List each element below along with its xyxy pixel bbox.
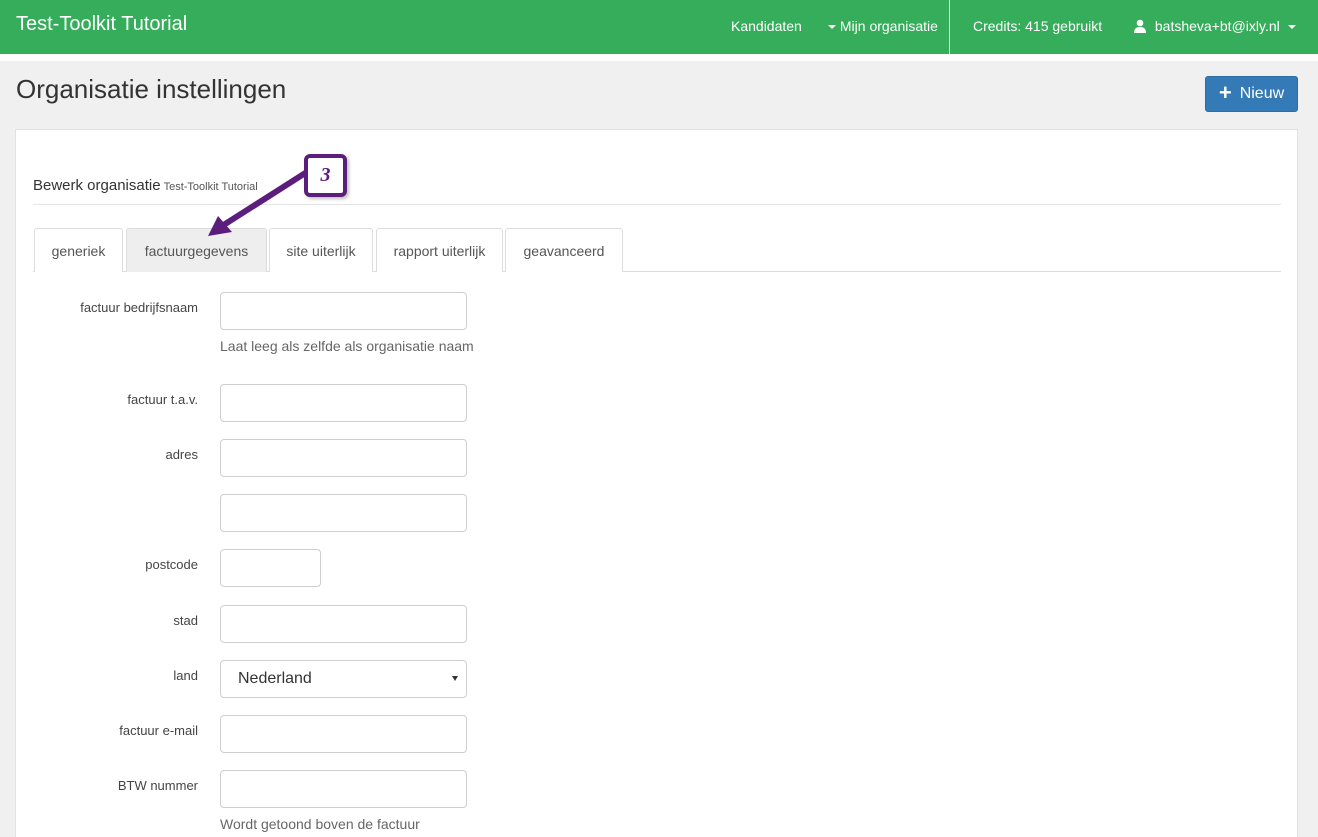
caret-down-icon [828, 25, 836, 30]
address-line2-input[interactable] [220, 494, 467, 532]
page-title: Organisatie instellingen [16, 74, 287, 104]
city-label: stad [173, 613, 198, 628]
attn-input[interactable] [220, 384, 467, 422]
step-callout-badge: 3 [304, 154, 347, 197]
plus-icon: + [1218, 80, 1232, 105]
tab-generiek[interactable]: generiek [34, 228, 123, 272]
company-name-input[interactable] [220, 292, 467, 330]
nav-dropdown-label: Mijn organisatie [839, 18, 938, 34]
postcode-input[interactable] [220, 549, 321, 587]
attn-label: factuur t.a.v. [127, 392, 198, 407]
country-select-value: Nederland [238, 670, 312, 687]
nav-link-kandidaten[interactable]: Kandidaten [731, 18, 802, 34]
vat-help: Wordt getoond boven de factuur [220, 816, 420, 832]
vat-label: BTW nummer [117, 778, 198, 793]
address-label: adres [165, 447, 198, 462]
company-name-help: Laat leeg als zelfde als organisatie naa… [220, 338, 474, 354]
user-menu[interactable]: batsheva+bt@ixly.nl [1133, 18, 1296, 34]
navbar-strip [0, 54, 1318, 61]
country-label: land [173, 668, 198, 683]
tab-rapport-uiterlijk[interactable]: rapport uiterlijk [376, 228, 503, 272]
nav-dropdown-mijn-organisatie[interactable]: Mijn organisatie [828, 18, 938, 34]
credits-indicator: Credits: 415 gebruikt [973, 18, 1103, 34]
user-email: batsheva+bt@ixly.nl [1154, 18, 1280, 34]
city-input[interactable] [220, 605, 467, 643]
top-navbar: Test-Toolkit Tutorial Kandidaten Mijn or… [0, 0, 1318, 54]
country-select[interactable]: Nederland [220, 660, 467, 698]
address-line1-input[interactable] [220, 439, 467, 477]
email-label: factuur e-mail [119, 723, 198, 738]
tab-geavanceerd[interactable]: geavanceerd [505, 228, 623, 272]
email-input[interactable] [220, 715, 467, 753]
brand-logo[interactable]: Test-Toolkit Tutorial [16, 13, 187, 36]
new-button[interactable]: + Nieuw [1205, 76, 1298, 112]
postcode-label: postcode [145, 557, 198, 572]
caret-down-icon [452, 676, 458, 681]
vat-input[interactable] [220, 770, 467, 808]
company-name-label: factuur bedrijfsnaam [80, 300, 198, 315]
callout-arrow-icon [208, 167, 313, 236]
caret-down-icon [1287, 25, 1296, 30]
new-button-label: Nieuw [1239, 85, 1285, 102]
user-icon [1134, 19, 1146, 33]
nav-divider [949, 0, 950, 54]
panel-heading-title: Bewerk organisatie [33, 177, 161, 194]
